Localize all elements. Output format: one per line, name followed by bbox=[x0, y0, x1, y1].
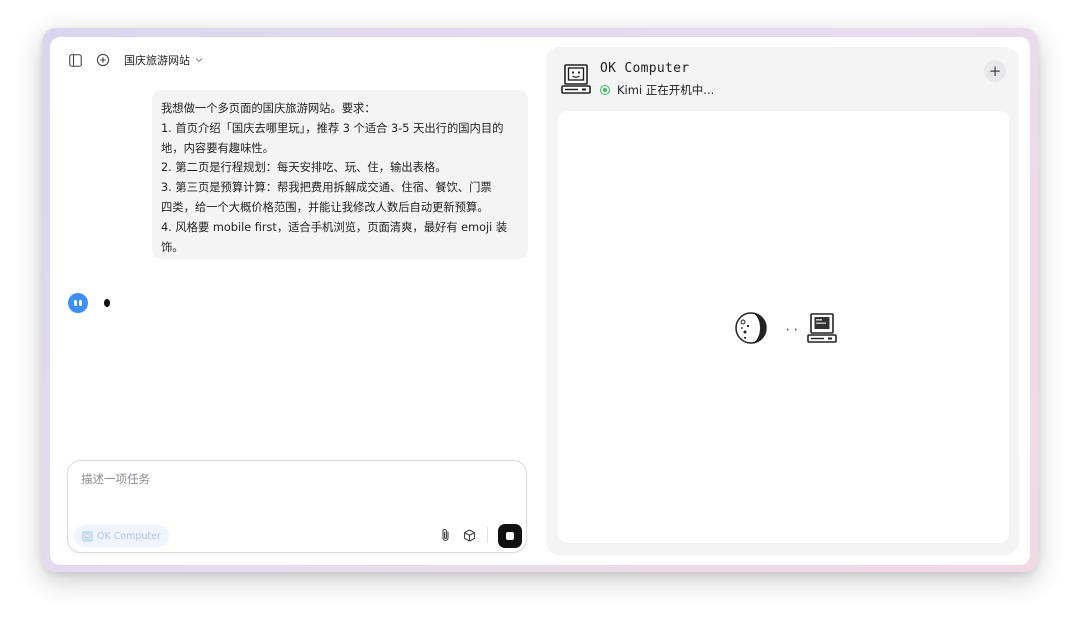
boot-animation: ·· bbox=[734, 311, 838, 349]
status-text: Kimi 正在开机中... bbox=[617, 83, 715, 97]
message-line: 2. 第二页是行程规划：每天安排吃、玩、住，输出表格。 bbox=[161, 161, 447, 175]
stop-icon bbox=[506, 532, 514, 540]
typing-indicator bbox=[104, 299, 110, 307]
kimi-avatar-icon bbox=[68, 293, 88, 313]
chevron-down-icon[interactable] bbox=[195, 57, 203, 63]
app-window: 国庆旅游网站 我想做一个多页面的国庆旅游网站。要求： 1. 首页介绍「国庆去哪里… bbox=[50, 37, 1030, 565]
computer-panel: OK Computer Kimi 正在开机中... + ·· bbox=[546, 47, 1019, 555]
retro-computer-icon bbox=[560, 63, 592, 99]
mode-chip-label: OK Computer bbox=[97, 530, 161, 542]
moon-icon bbox=[734, 311, 768, 349]
message-line: 地，内容要有趣味性。 bbox=[161, 141, 274, 155]
stop-button[interactable] bbox=[498, 524, 522, 548]
status-indicator-icon bbox=[600, 85, 610, 95]
composer-placeholder[interactable]: 描述一项任务 bbox=[81, 471, 150, 487]
sidebar-toggle-icon[interactable] bbox=[68, 53, 82, 67]
panel-title: OK Computer bbox=[600, 61, 690, 76]
new-chat-icon[interactable] bbox=[96, 53, 110, 67]
message-line: 我想做一个多页面的国庆旅游网站。要求： bbox=[161, 102, 376, 115]
message-line: 饰。 bbox=[161, 240, 184, 254]
conversation-title[interactable]: 国庆旅游网站 bbox=[124, 52, 190, 68]
message-composer[interactable]: 描述一项任务 OK Computer bbox=[67, 460, 527, 553]
user-message-bubble: 我想做一个多页面的国庆旅游网站。要求： 1. 首页介绍「国庆去哪里玩」，推荐 3… bbox=[152, 90, 528, 259]
boot-progress-dots: ·· bbox=[784, 323, 801, 337]
chat-topbar: 国庆旅游网站 bbox=[68, 51, 203, 69]
message-line: 四类，给一个大概价格范围，并能让我修改人数后自动更新预算。 bbox=[161, 200, 489, 214]
assistant-message bbox=[68, 293, 110, 313]
computer-icon bbox=[806, 312, 838, 348]
paperclip-icon[interactable] bbox=[439, 528, 453, 542]
message-line: 1. 首页介绍「国庆去哪里玩」，推荐 3 个适合 3-5 天出行的国内目的 bbox=[161, 121, 504, 135]
boot-status: Kimi 正在开机中... bbox=[600, 82, 714, 98]
chat-pane: 国庆旅游网站 我想做一个多页面的国庆旅游网站。要求： 1. 首页介绍「国庆去哪里… bbox=[50, 37, 540, 565]
cube-icon[interactable] bbox=[462, 528, 476, 542]
computer-icon bbox=[82, 531, 93, 542]
message-line: 4. 风格要 mobile first，适合手机浏览，页面清爽，最好有 emoj… bbox=[161, 220, 508, 234]
add-button[interactable]: + bbox=[984, 60, 1006, 82]
computer-screen: ·· bbox=[558, 111, 1009, 543]
composer-divider bbox=[487, 527, 488, 543]
message-line: 3. 第三页是预算计算：帮我把费用拆解成交通、住宿、餐饮、门票 bbox=[161, 181, 492, 195]
mode-chip[interactable]: OK Computer bbox=[74, 525, 169, 547]
